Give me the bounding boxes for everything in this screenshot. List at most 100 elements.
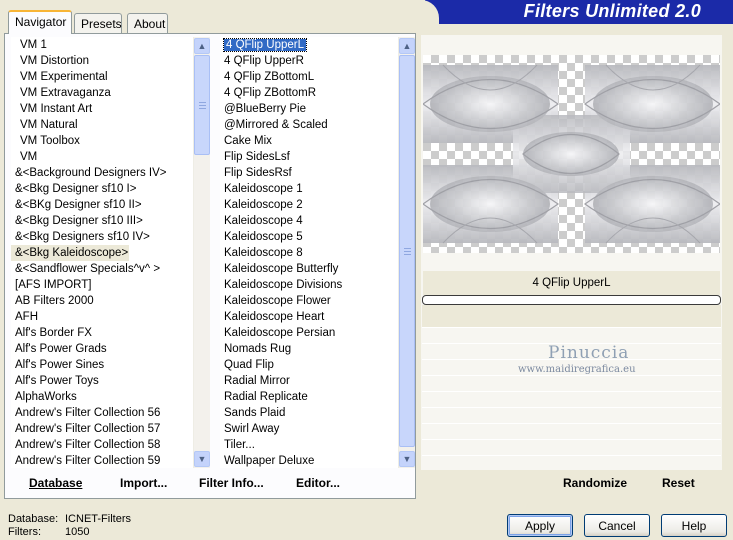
list-item-label: Flip SidesRsf xyxy=(224,167,292,179)
list-item[interactable]: &<Bkg Designers sf10 IV> xyxy=(11,229,193,245)
list-item-label: @BlueBerry Pie xyxy=(224,103,306,115)
list-item[interactable]: Kaleidoscope 2 xyxy=(220,197,398,213)
control-divider xyxy=(422,455,721,456)
list-item[interactable]: @BlueBerry Pie xyxy=(220,101,398,117)
list-item[interactable]: 4 QFlip ZBottomR xyxy=(220,85,398,101)
scroll-up-icon[interactable]: ▲ xyxy=(399,38,415,54)
scroll-up-icon[interactable]: ▲ xyxy=(194,38,210,54)
list-item[interactable]: &<Background Designers IV> xyxy=(11,165,193,181)
tab-about[interactable]: About xyxy=(127,13,168,33)
list-item[interactable]: Sands Plaid xyxy=(220,405,398,421)
list-item[interactable]: VM Experimental xyxy=(11,69,193,85)
list-item[interactable]: Kaleidoscope Heart xyxy=(220,309,398,325)
list-item[interactable]: Alf's Border FX xyxy=(11,325,193,341)
database-button[interactable]: Database xyxy=(29,476,82,490)
watermark-url: www.maidiregrafica.eu xyxy=(518,364,636,375)
list-item[interactable]: Flip SidesLsf xyxy=(220,149,398,165)
list-item[interactable]: Radial Mirror xyxy=(220,373,398,389)
list-item-label: Kaleidoscope Flower xyxy=(224,295,331,307)
list-item[interactable]: 4 QFlip UpperR xyxy=(220,53,398,69)
reset-button[interactable]: Reset xyxy=(662,476,695,490)
list-item[interactable]: Alf's Power Sines xyxy=(11,357,193,373)
filter-list[interactable]: 4 QFlip UpperL 4 QFlip UpperR 4 QFlip ZBot… xyxy=(220,37,398,468)
list-item[interactable]: VM Natural xyxy=(11,117,193,133)
scroll-down-icon[interactable]: ▼ xyxy=(399,451,415,467)
list-item[interactable]: Tiler... xyxy=(220,437,398,453)
list-item[interactable]: Kaleidoscope Butterfly xyxy=(220,261,398,277)
list-item[interactable]: AFH xyxy=(11,309,193,325)
list-item-label: [AFS IMPORT] xyxy=(15,279,92,291)
tab-presets[interactable]: Presets xyxy=(74,13,122,33)
list-item-label: Kaleidoscope 4 xyxy=(224,215,303,227)
category-list[interactable]: VM 1 VM Distortion VM Experimental VM Extra… xyxy=(11,37,193,468)
list-item[interactable]: Kaleidoscope 5 xyxy=(220,229,398,245)
randomize-button[interactable]: Randomize xyxy=(563,476,627,490)
list-item[interactable]: &<Bkg Kaleidoscope> xyxy=(11,245,129,261)
list-item[interactable]: VM Toolbox xyxy=(11,133,193,149)
list-item[interactable]: &<BKg Designer sf10 II> xyxy=(11,197,193,213)
list-item[interactable]: Quad Flip xyxy=(220,357,398,373)
title-banner: Filters Unlimited 2.0 xyxy=(419,0,733,24)
list-item[interactable]: 4 QFlip ZBottomL xyxy=(220,69,398,85)
list-item[interactable]: Radial Replicate xyxy=(220,389,398,405)
import-button[interactable]: Import... xyxy=(120,476,167,490)
list-item[interactable]: @Mirrored & Scaled xyxy=(220,117,398,133)
list-item[interactable]: Kaleidoscope 8 xyxy=(220,245,398,261)
tab-label: Navigator xyxy=(15,15,67,29)
list-item-label: Nomads Rug xyxy=(224,343,292,355)
apply-button[interactable]: Apply xyxy=(507,514,573,537)
list-item-label: Kaleidoscope Heart xyxy=(224,311,325,323)
list-item[interactable]: Alf's Power Grads xyxy=(11,341,193,357)
list-item-label: Andrew's Filter Collection 56 xyxy=(15,407,161,419)
list-item-label: &<BKg Designer sf10 II> xyxy=(15,199,142,211)
list-item-label: VM xyxy=(20,151,38,163)
filter-scrollbar[interactable]: ▲ ▼ xyxy=(398,37,415,468)
list-item[interactable]: VM Distortion xyxy=(11,53,193,69)
scroll-thumb[interactable] xyxy=(194,55,210,155)
list-item[interactable]: &<Bkg Designer sf10 I> xyxy=(11,181,193,197)
list-item[interactable]: VM 1 xyxy=(11,37,193,53)
list-item[interactable]: Kaleidoscope Flower xyxy=(220,293,398,309)
control-divider xyxy=(422,439,721,440)
list-item-label: VM Toolbox xyxy=(20,135,80,147)
help-button[interactable]: Help xyxy=(661,514,727,537)
button-label: Reset xyxy=(662,476,695,490)
list-item[interactable]: [AFS IMPORT] xyxy=(11,277,193,293)
list-item[interactable]: Alf's Power Toys xyxy=(11,373,193,389)
list-item-label: VM Natural xyxy=(20,119,78,131)
category-scrollbar[interactable]: ▲ ▼ xyxy=(193,37,210,468)
list-item[interactable]: &<Bkg Designer sf10 III> xyxy=(11,213,193,229)
list-item-label: Quad Flip xyxy=(224,359,274,371)
list-item[interactable]: Wallpaper Deluxe xyxy=(220,453,398,468)
list-item[interactable]: Flip SidesRsf xyxy=(220,165,398,181)
list-item-label: Kaleidoscope Divisions xyxy=(224,279,343,291)
status-filters-value: 1050 xyxy=(65,526,90,538)
list-item[interactable]: Kaleidoscope 1 xyxy=(220,181,398,197)
list-item[interactable]: AB Filters 2000 xyxy=(11,293,193,309)
filter-info-button[interactable]: Filter Info... xyxy=(199,476,264,490)
list-item[interactable]: VM Extravaganza xyxy=(11,85,193,101)
list-item[interactable]: Kaleidoscope Divisions xyxy=(220,277,398,293)
list-item[interactable]: Andrew's Filter Collection 58 xyxy=(11,437,193,453)
scroll-down-icon[interactable]: ▼ xyxy=(194,451,210,467)
list-item-label: &<Bkg Designer sf10 I> xyxy=(15,183,137,195)
list-item[interactable]: Kaleidoscope Persian xyxy=(220,325,398,341)
preview-image xyxy=(423,55,720,253)
list-item[interactable]: AlphaWorks xyxy=(11,389,193,405)
list-item[interactable]: Nomads Rug xyxy=(220,341,398,357)
list-item[interactable]: VM xyxy=(11,149,193,165)
list-item[interactable]: VM Instant Art xyxy=(11,101,193,117)
list-item[interactable]: Swirl Away xyxy=(220,421,398,437)
list-item[interactable]: Cake Mix xyxy=(220,133,398,149)
list-item[interactable]: &<Sandflower Specials^v^ > xyxy=(11,261,193,277)
scroll-thumb[interactable] xyxy=(399,55,415,447)
list-item[interactable]: Kaleidoscope 4 xyxy=(220,213,398,229)
editor-button[interactable]: Editor... xyxy=(296,476,340,490)
list-item[interactable]: 4 QFlip UpperL xyxy=(220,37,398,53)
list-item[interactable]: Andrew's Filter Collection 59 xyxy=(11,453,193,468)
list-item[interactable]: Andrew's Filter Collection 57 xyxy=(11,421,193,437)
cancel-button[interactable]: Cancel xyxy=(584,514,650,537)
tab-navigator[interactable]: Navigator xyxy=(8,10,72,34)
list-item[interactable]: Andrew's Filter Collection 56 xyxy=(11,405,193,421)
list-item-label: &<Sandflower Specials^v^ > xyxy=(15,263,161,275)
